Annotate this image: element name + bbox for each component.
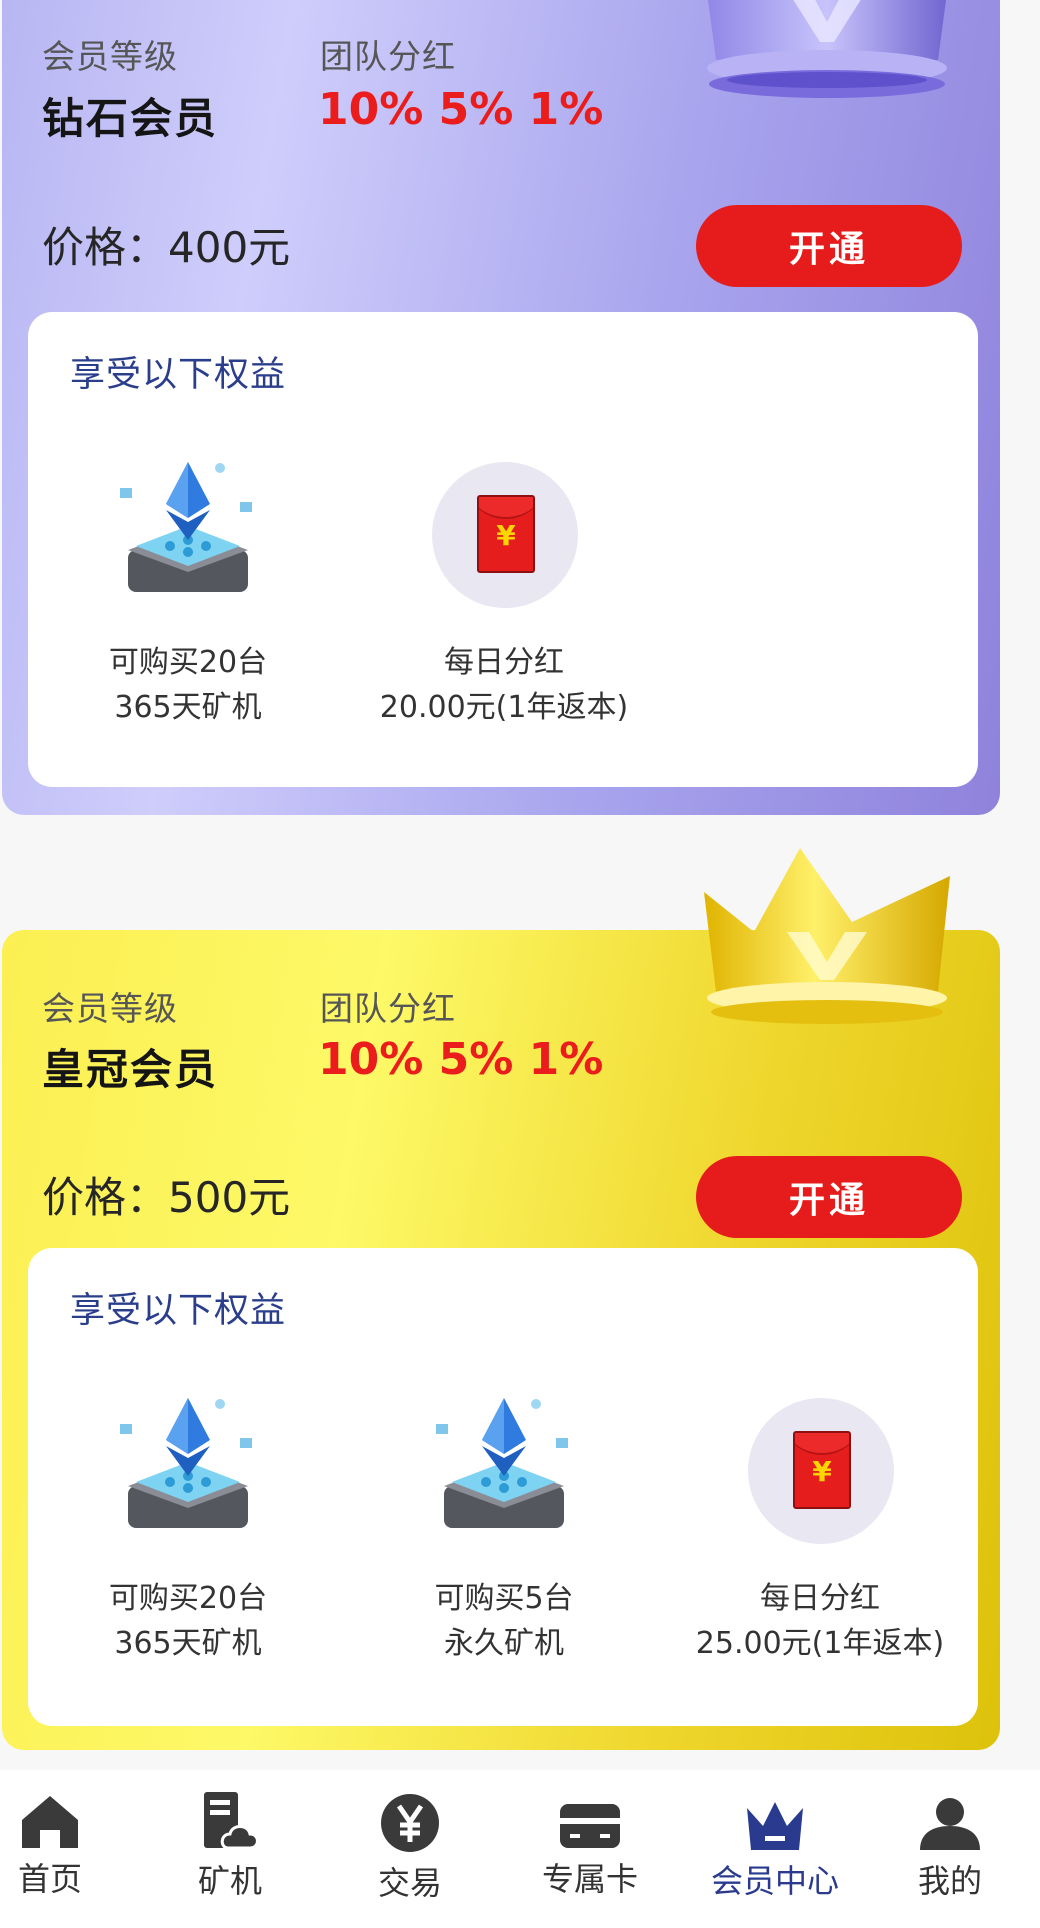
dividend-rates: 10% 5% 1% <box>318 84 604 135</box>
crown-member-card: 会员等级 皇冠会员 团队分红 10% 5% 1% 价格：500元 开通 享受以下… <box>2 848 1000 1750</box>
tab-label: 首页 <box>17 1860 82 1898</box>
benefit-line-1: 可购买5台 <box>434 1581 574 1616</box>
tab-label: 矿机 <box>197 1862 262 1900</box>
benefits-panel: 享受以下权益 <box>28 312 978 787</box>
home-icon <box>22 1796 78 1848</box>
miner-icon <box>204 1792 259 1850</box>
benefit-line-1: 每日分红 <box>760 1581 880 1616</box>
tab-trade[interactable]: 交易 <box>350 1792 470 1904</box>
benefits-title: 享受以下权益 <box>70 1291 287 1331</box>
benefit-item: 可购买20台 365天矿机 <box>28 442 348 730</box>
bottom-tab-bar: 首页 矿机 交易 专属卡 会员中心 我的 <box>0 1770 1040 1928</box>
tab-label: 交易 <box>377 1864 442 1902</box>
red-envelope-icon: ¥ <box>432 462 578 608</box>
membership-page: 会员等级 钻石会员 团队分红 10% 5% 1% 价格：400元 开通 享受以下… <box>0 0 1040 1928</box>
level-name: 钻石会员 <box>42 94 219 143</box>
dividend-label: 团队分红 <box>320 37 456 76</box>
benefit-line-1: 可购买20台 <box>108 645 268 680</box>
tab-miner[interactable]: 矿机 <box>170 1790 290 1902</box>
tab-home[interactable]: 首页 <box>0 1792 110 1900</box>
dividend-rates: 10% 5% 1% <box>318 1034 604 1085</box>
benefit-line-1: 可购买20台 <box>108 1581 268 1616</box>
benefit-line-2: 20.00元(1年返本) <box>379 690 629 725</box>
level-label: 会员等级 <box>42 37 178 76</box>
mining-machine-icon <box>436 1398 568 1528</box>
benefit-line-1: 每日分红 <box>444 645 564 680</box>
crown-icon <box>747 1802 803 1850</box>
card-icon <box>560 1804 620 1848</box>
tab-exclusive-card[interactable]: 专属卡 <box>530 1802 650 1900</box>
diamond-member-card: 会员等级 钻石会员 团队分红 10% 5% 1% 价格：400元 开通 享受以下… <box>2 0 1000 815</box>
benefit-item: ¥ 每日分红 25.00元(1年返本) <box>660 1378 980 1666</box>
benefit-item: 可购买5台 永久矿机 <box>344 1378 664 1666</box>
benefit-line-2: 永久矿机 <box>444 1626 564 1661</box>
tab-label: 专属卡 <box>541 1860 638 1898</box>
yen-coin-icon <box>381 1794 439 1852</box>
benefits-title: 享受以下权益 <box>70 355 287 395</box>
tab-label: 会员中心 <box>710 1862 839 1900</box>
mining-machine-icon <box>120 462 252 592</box>
tab-label: 我的 <box>917 1862 982 1900</box>
purple-crown-icon <box>707 0 947 98</box>
open-membership-button[interactable]: 开通 <box>696 205 962 287</box>
tab-mine[interactable]: 我的 <box>890 1796 1010 1902</box>
tab-member-center[interactable]: 会员中心 <box>710 1798 840 1902</box>
price-text: 价格：400元 <box>42 223 291 272</box>
benefit-line-2: 365天矿机 <box>114 1626 262 1661</box>
price-text: 价格：500元 <box>42 1173 291 1222</box>
benefit-item: ¥ 每日分红 20.00元(1年返本) <box>344 442 664 730</box>
benefit-line-2: 25.00元(1年返本) <box>695 1626 945 1661</box>
user-icon <box>920 1798 980 1850</box>
mining-machine-icon <box>120 1398 252 1528</box>
level-label: 会员等级 <box>42 989 178 1028</box>
benefits-panel: 享受以下权益 <box>28 1248 978 1726</box>
dividend-label: 团队分红 <box>320 989 456 1028</box>
open-membership-button[interactable]: 开通 <box>696 1156 962 1238</box>
benefit-line-2: 365天矿机 <box>114 690 262 725</box>
level-name: 皇冠会员 <box>42 1045 219 1094</box>
red-envelope-icon: ¥ <box>748 1398 894 1544</box>
gold-crown-icon <box>704 848 950 1024</box>
benefit-item: 可购买20台 365天矿机 <box>28 1378 348 1666</box>
